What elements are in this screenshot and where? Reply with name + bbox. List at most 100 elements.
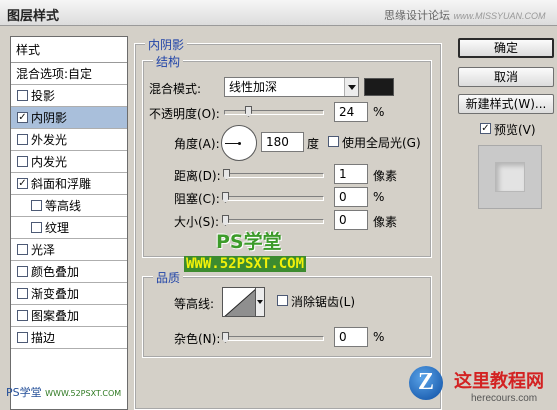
choke-slider[interactable] [222,192,324,203]
choke-label: 阻塞(C): [174,192,220,206]
style-list-item-label: 光泽 [31,243,56,257]
size-label: 大小(S): [174,215,220,229]
style-list-header[interactable]: 样式 [11,37,127,63]
forum-watermark: 思缘设计论坛 www.MISSYUAN.COM [384,7,546,23]
dialog-titlebar[interactable]: 图层样式 思缘设计论坛 www.MISSYUAN.COM [0,0,557,26]
opacity-slider[interactable] [224,106,324,117]
size-input[interactable]: 0 [334,210,368,230]
angle-dial[interactable] [221,125,257,161]
style-list-item[interactable]: ✓ 内阴影 [11,107,127,129]
noise-label: 杂色(N): [174,332,221,346]
antialias-label[interactable]: 消除锯齿(L) [291,293,355,310]
style-checkbox[interactable] [17,134,28,145]
logo-chinese-text: 这里教程网 [454,371,544,392]
new-style-button[interactable]: 新建样式(W)... [458,94,554,114]
style-checkbox[interactable] [17,288,28,299]
style-checkbox[interactable] [31,200,42,211]
style-list-item[interactable]: 光泽 [11,239,127,261]
structure-title: 结构 [153,53,184,70]
style-list-blend-options[interactable]: 混合选项:自定 [11,63,127,85]
style-list-item[interactable]: 渐变叠加 [11,283,127,305]
opacity-input[interactable]: 24 [334,102,368,122]
cancel-button[interactable]: 取消 [458,67,554,87]
size-unit: 像素 [373,215,398,229]
size-slider[interactable] [222,215,324,226]
style-checkbox[interactable] [17,266,28,277]
angle-label: 角度(A): [174,137,220,151]
dialog-title: 图层样式 [7,9,60,24]
style-list-item[interactable]: ✓ 斜面和浮雕 [11,173,127,195]
style-checkbox[interactable]: ✓ [17,178,28,189]
corner-watermark-url: WWW.52PSXT.COM [45,389,122,398]
style-list-item[interactable]: 纹理 [11,217,127,239]
style-list-item[interactable]: 描边 [11,327,127,349]
dialog-body: 样式 混合选项:自定 投影 ✓ 内阴影 外发光 内发光 ✓ 斜面和浮雕 等高线 纹理 光泽 颜色叠加… [0,26,557,410]
style-list-item-label: 内发光 [31,155,68,169]
contour-curve-icon [224,289,255,316]
style-list-item-label: 斜面和浮雕 [31,177,92,191]
style-list-item-label: 颜色叠加 [31,265,80,279]
style-checkbox[interactable] [17,244,28,255]
style-list-item-label: 纹理 [45,221,70,235]
shadow-color-swatch[interactable] [364,78,394,96]
quality-title: 品质 [153,269,184,286]
style-list-item[interactable]: 颜色叠加 [11,261,127,283]
style-list-item-label: 等高线 [45,199,82,213]
contour-preview[interactable] [222,287,256,317]
style-list-item-label: 投影 [31,89,56,103]
forum-watermark-url: www.MISSYUAN.COM [453,11,546,21]
forum-watermark-text: 思缘设计论坛 [384,9,450,22]
distance-input[interactable]: 1 [334,164,368,184]
contour-label: 等高线: [174,297,215,311]
style-list-item-label: 图案叠加 [31,309,80,323]
chevron-down-icon[interactable] [344,78,358,96]
choke-unit: % [373,190,385,204]
ps-school-watermark: PS学堂 [216,231,282,253]
inner-shadow-title: 内阴影 [145,36,188,53]
antialias-checkbox[interactable] [277,295,288,306]
noise-input[interactable]: 0 [334,327,368,347]
corner-watermark-brand: PS学堂 [6,386,42,399]
style-list-item[interactable]: 图案叠加 [11,305,127,327]
style-preview-thumbnail [478,145,542,209]
ps-school-url-watermark: WWW.52PSXT.COM [184,256,307,272]
opacity-unit: % [373,105,385,119]
style-list-item[interactable]: 等高线 [11,195,127,217]
angle-input[interactable]: 180 [261,132,304,152]
logo-letter: Z [418,369,435,395]
corner-watermark: PS学堂 WWW.52PSXT.COM [6,384,121,400]
preview-checkbox[interactable]: ✓ [480,123,491,134]
opacity-label: 不透明度(O): [149,107,220,121]
distance-slider[interactable] [223,169,324,180]
angle-unit: 度 [307,137,320,151]
distance-label: 距离(D): [174,169,221,183]
style-list-item[interactable]: 外发光 [11,129,127,151]
global-light-label[interactable]: 使用全局光(G) [342,134,421,151]
style-list-item[interactable]: 投影 [11,85,127,107]
style-checkbox[interactable] [17,90,28,101]
style-list-item-label: 内阴影 [31,111,68,125]
style-checkbox[interactable] [31,222,42,233]
noise-slider[interactable] [222,332,324,343]
choke-input[interactable]: 0 [334,187,368,207]
style-list-item-label: 渐变叠加 [31,287,80,301]
style-checkbox[interactable] [17,156,28,167]
style-checkbox[interactable] [17,332,28,343]
noise-unit: % [373,330,385,344]
preview-label[interactable]: 预览(V) [494,121,536,138]
style-preview-swatch [495,162,525,192]
blend-mode-select[interactable]: 线性加深 [224,77,359,97]
chevron-down-icon [257,300,263,304]
blend-mode-value: 线性加深 [229,80,278,94]
style-list-item[interactable]: 内发光 [11,151,127,173]
style-checkbox[interactable]: ✓ [17,112,28,123]
style-checkbox[interactable] [17,310,28,321]
distance-unit: 像素 [373,169,398,183]
herecours-logo: Z 这里教程网 herecours.com [409,366,557,410]
style-list-item-label: 描边 [31,331,56,345]
ok-button[interactable]: 确定 [458,38,554,58]
global-light-checkbox[interactable] [328,136,339,147]
logo-url-text: herecours.com [471,393,538,404]
contour-dropdown[interactable] [255,287,265,317]
style-list-item-label: 外发光 [31,133,68,147]
